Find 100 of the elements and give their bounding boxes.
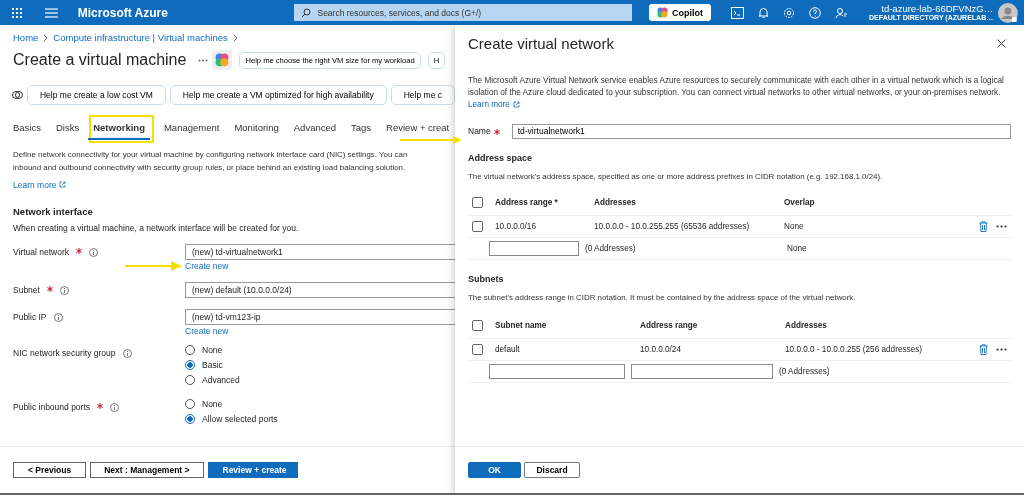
table-cell-text: 10.0.0.0 - 10.0.255.255 (65536 addresses) <box>594 221 751 231</box>
learn-more-link[interactable]: Learn more <box>468 98 520 111</box>
tab[interactable]: Tags <box>346 118 377 140</box>
field-label: Public IP <box>13 311 47 322</box>
table-cell-text: 10.0.0.0 - 10.0.0.255 (256 addresses) <box>785 344 923 354</box>
tab[interactable]: Management <box>158 118 225 140</box>
tab[interactable]: Disks <box>51 118 85 140</box>
info-icon[interactable] <box>122 348 132 358</box>
radio-label[interactable]: None <box>202 398 223 409</box>
feedback-icon[interactable] <box>835 6 847 19</box>
subnet-name-input[interactable] <box>489 363 625 379</box>
panel-description: The Microsoft Azure Virtual Network service enables Azure resources to securely communicate with each other in a virtual network which is a logical isolation of the Azure cloud dedicated to your subscription. You can connect virtual networks to other virtual networks, or your on-premises network. Learn more <box>468 75 1005 111</box>
search-input[interactable]: Search resources, services, and docs (G+/) <box>317 7 628 18</box>
radio-button[interactable] <box>185 359 195 370</box>
column-header: Address range * <box>495 198 559 208</box>
tab[interactable]: Networking <box>88 118 150 140</box>
section-note: When creating a virtual machine, a network interface will be created for you. <box>13 222 300 233</box>
suggestion-chip[interactable]: Help me create a low cost VM <box>26 85 166 105</box>
dropdown-field[interactable]: (new) td-vm123-ip <box>185 308 455 325</box>
table-cell-text: 10.0.0.0/16 <box>495 221 537 231</box>
breadcrumb-link[interactable]: Compute infrastructure | Virtual machines <box>53 32 228 43</box>
more-icon[interactable] <box>198 58 209 62</box>
avatar-icon[interactable] <box>998 2 1018 23</box>
tab[interactable]: Monitoring <box>229 118 284 140</box>
table-cell-text: 10.0.0.0/24 <box>640 344 682 354</box>
notifications-icon[interactable] <box>758 6 769 19</box>
table-cell-text: (0 Addresses) <box>779 366 831 376</box>
table-cell-text: (0 Addresses) <box>585 243 637 253</box>
tab[interactable]: Advanced <box>288 118 342 140</box>
wizard-button[interactable]: < Previous <box>13 462 87 478</box>
table-cell-text: default <box>495 344 521 354</box>
dropdown-field[interactable]: (new) default (10.0.0.0/24) <box>185 281 455 298</box>
select-all-checkbox[interactable] <box>472 320 483 332</box>
create-new-link[interactable]: Create new <box>185 325 455 336</box>
more-icon[interactable] <box>996 347 1007 351</box>
delete-icon[interactable] <box>979 220 988 232</box>
field-label: Subnet <box>13 284 40 295</box>
suggestion-chip[interactable]: Help me create a VM optimized for high availability <box>169 85 387 105</box>
row-checkbox[interactable] <box>472 343 483 355</box>
sparkle-chat-icon <box>12 89 23 101</box>
more-icon[interactable] <box>996 224 1007 228</box>
section-heading: Subnets <box>468 273 505 284</box>
tab[interactable]: Basics <box>8 118 46 140</box>
panel-button[interactable]: OK <box>468 462 521 478</box>
dropdown-field[interactable]: (new) td-virtualnetwork1 <box>185 243 455 260</box>
radio-button[interactable] <box>185 413 195 424</box>
field-label: Name <box>468 126 491 137</box>
field-label: Virtual network <box>13 246 70 257</box>
info-icon[interactable] <box>53 312 63 322</box>
name-field[interactable]: td-virtualnetwork1 <box>511 123 1011 139</box>
chevron-icon <box>43 33 49 42</box>
table-cell-text: None <box>787 243 808 253</box>
panel-button[interactable]: Discard <box>524 462 580 478</box>
info-icon[interactable] <box>59 285 69 295</box>
wizard-button[interactable]: Review + create <box>207 462 298 478</box>
external-link-icon <box>59 181 67 189</box>
panel-title: Create virtual network <box>468 35 614 52</box>
radio-label[interactable]: Advanced <box>202 374 240 385</box>
wizard-button[interactable]: Next : Management > <box>90 462 204 478</box>
info-icon[interactable] <box>110 402 120 412</box>
search-icon <box>301 7 312 18</box>
field-label: Public inbound ports <box>13 401 91 412</box>
account-name[interactable]: td-azure-lab-66DFVNzG… <box>881 3 994 14</box>
copilot-icon <box>657 7 668 18</box>
close-icon[interactable] <box>997 39 1006 48</box>
field-label: NIC network security group <box>13 347 116 358</box>
column-header: Subnet name <box>495 321 548 331</box>
column-header: Addresses <box>594 198 637 208</box>
help-icon[interactable] <box>809 6 821 19</box>
radio-label[interactable]: Basic <box>202 359 223 370</box>
annotation-arrow <box>400 136 462 144</box>
row-checkbox[interactable] <box>472 220 483 232</box>
address-range-input[interactable] <box>489 240 579 256</box>
search-field[interactable]: Search resources, services, and docs (G+/) <box>294 4 632 21</box>
info-icon[interactable] <box>89 247 99 257</box>
address-range-input[interactable] <box>631 363 773 379</box>
copilot-button[interactable]: Copilot <box>649 4 711 21</box>
settings-icon[interactable] <box>783 6 795 19</box>
page-title: Create a virtual machine <box>13 51 187 69</box>
external-link-icon <box>512 101 520 109</box>
column-header: Address range <box>640 321 699 331</box>
select-all-checkbox[interactable] <box>472 197 483 209</box>
terminal-icon[interactable] <box>731 6 744 19</box>
table-cell-text: None <box>784 221 805 231</box>
app-launcher-icon[interactable] <box>11 6 23 19</box>
column-header: Overlap <box>784 198 816 208</box>
breadcrumb-link[interactable]: Home <box>13 32 39 43</box>
learn-more-link[interactable]: Learn more <box>13 179 67 190</box>
delete-icon[interactable] <box>979 343 988 355</box>
create-new-link[interactable]: Create new <box>185 260 455 271</box>
radio-label[interactable]: Allow selected ports <box>202 413 278 424</box>
copilot-icon[interactable] <box>212 50 233 70</box>
brand-title[interactable]: Microsoft Azure <box>77 5 295 20</box>
menu-icon[interactable] <box>44 7 58 18</box>
radio-label[interactable]: None <box>202 344 223 355</box>
suggestion-chip[interactable]: Help me c <box>390 85 455 105</box>
section-heading: Network interface <box>13 205 94 217</box>
column-header: Addresses <box>785 321 828 331</box>
chevron-icon <box>232 33 238 42</box>
tab[interactable]: Review + creat <box>381 118 455 140</box>
